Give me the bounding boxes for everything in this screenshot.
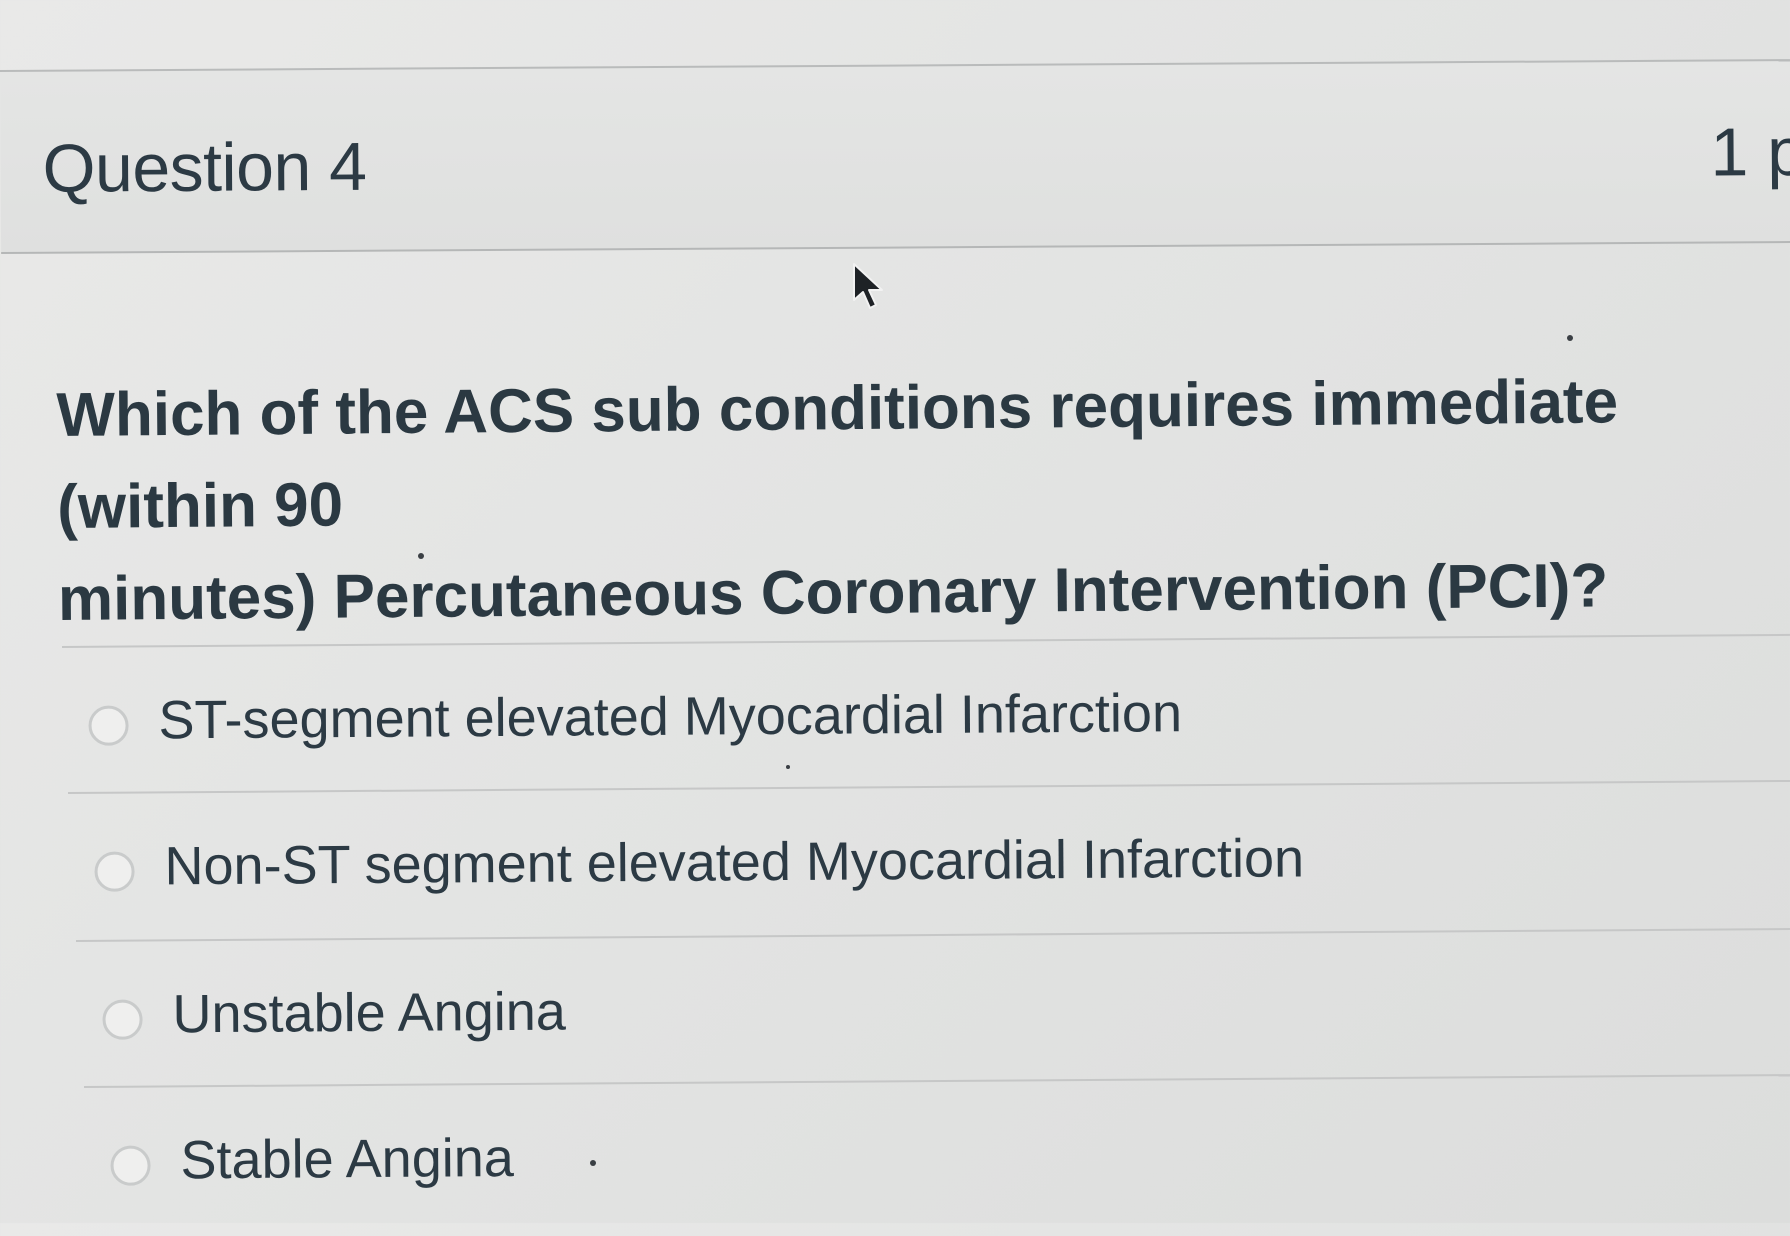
screen-speck [1567,335,1573,341]
quiz-question-panel: Question 4 1 p Which of the ACS sub cond… [0,0,1790,1236]
answer-option-nstemi[interactable]: Non-ST segment elevated Myocardial Infar… [68,779,1790,942]
radio-button-icon[interactable] [102,999,143,1040]
mouse-pointer-icon [853,263,883,309]
answer-label[interactable]: Unstable Angina [172,981,566,1046]
screen-speck [590,1160,596,1166]
radio-button-icon[interactable] [88,705,129,746]
answer-label[interactable]: ST-segment elevated Myocardial Infarctio… [158,682,1182,751]
screen-speck [786,765,790,769]
question-title: Question 4 [42,128,367,207]
answer-label[interactable]: Stable Angina [180,1127,514,1191]
radio-button-icon[interactable] [110,1145,151,1186]
question-header: Question 4 1 p [0,59,1790,254]
question-points: 1 p [1710,113,1790,191]
radio-button-icon[interactable] [94,851,135,892]
answer-label[interactable]: Non-ST segment elevated Myocardial Infar… [164,827,1304,897]
answer-option-unstable-angina[interactable]: Unstable Angina [76,928,1790,1090]
screen-speck [418,553,424,559]
answer-option-stemi[interactable]: ST-segment elevated Myocardial Infarctio… [62,633,1790,796]
question-text: Which of the ACS sub conditions requires… [56,367,1619,634]
answer-option-stable-angina[interactable]: Stable Angina [84,1074,1790,1236]
